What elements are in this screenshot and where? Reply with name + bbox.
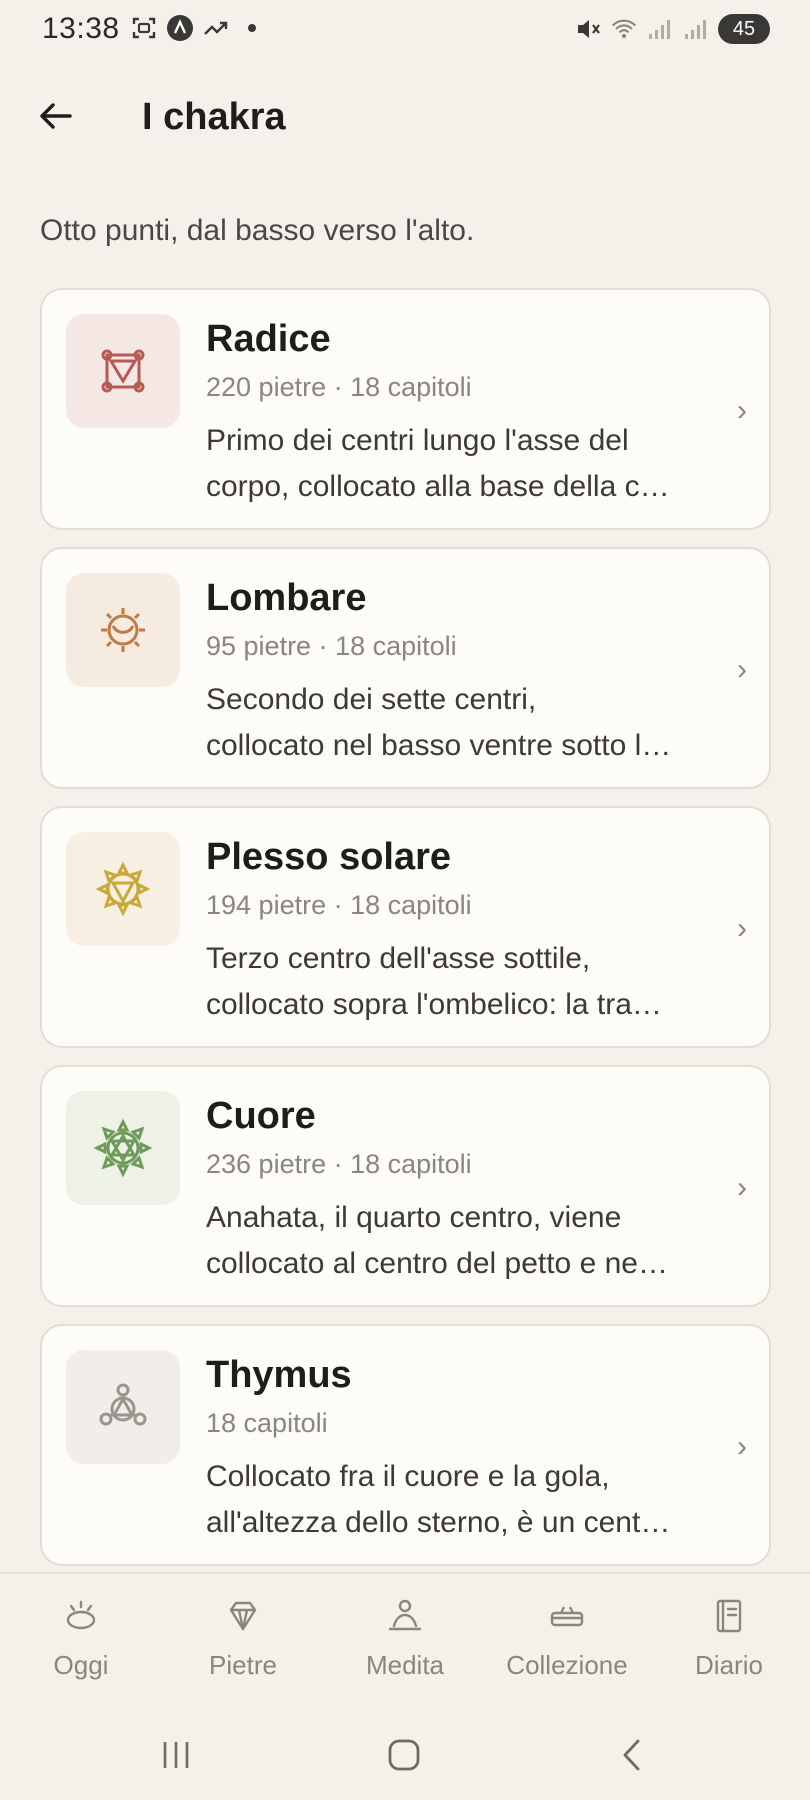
chakra-icon-box (66, 1091, 180, 1205)
description-line: all'altezza dello sterno, è un cent… (206, 1506, 671, 1539)
chakra-list: Radice 220 pietre · 18 capitoli Primo de… (40, 288, 771, 1583)
chakra-title: Plesso solare (206, 836, 452, 878)
sun-rise-icon (66, 1600, 96, 1630)
chevron-right-icon: › (737, 912, 747, 945)
chakra-card-thymus[interactable]: Thymus 18 capitoli Collocato fra il cuor… (40, 1324, 771, 1566)
description-line: collocato sopra l'ombelico: la tra… (206, 988, 662, 1021)
chevron-right-icon: › (737, 1171, 747, 1204)
home-icon (388, 1739, 420, 1771)
thymus-chakra-icon (99, 1383, 147, 1426)
description-line: Collocato fra il cuore e la gola, (206, 1460, 610, 1493)
chakra-meta: 194 pietre · 18 capitoli (206, 890, 472, 920)
nav-item-medita[interactable]: Medita (324, 1596, 486, 1696)
description-line: collocato al centro del petto e ne… (206, 1247, 668, 1280)
chakra-card-plesso-solare[interactable]: Plesso solare 194 pietre · 18 capitoli T… (40, 806, 771, 1048)
back-icon (623, 1739, 640, 1771)
meditation-icon (388, 1599, 422, 1631)
back-button[interactable] (30, 90, 82, 142)
status-right-icons: 45 (574, 14, 770, 44)
description-line: Anahata, il quarto centro, viene (206, 1201, 622, 1234)
mute-icon (574, 15, 602, 43)
trending-icon (202, 14, 230, 42)
chakra-card-radice[interactable]: Radice 220 pietre · 18 capitoli Primo de… (40, 288, 771, 530)
solar-plexus-chakra-icon (95, 861, 151, 917)
chakra-description: Terzo centro dell'asse sottile, collocat… (206, 936, 706, 1028)
chakra-meta: 220 pietre · 18 capitoli (206, 372, 472, 402)
chakra-icon-box (66, 573, 180, 687)
gem-icon (229, 1601, 257, 1631)
root-chakra-icon (101, 349, 145, 393)
chakra-icon-box (66, 1350, 180, 1464)
status-left-icons (130, 14, 266, 42)
status-bar: 13:38 45 (0, 0, 810, 60)
chakra-meta: 18 capitoli (206, 1408, 328, 1438)
chakra-description: Collocato fra il cuore e la gola, all'al… (206, 1454, 706, 1546)
chevron-right-icon: › (737, 653, 747, 686)
chevron-right-icon: › (737, 394, 747, 427)
signal-icon (646, 15, 674, 43)
chakra-title: Thymus (206, 1354, 352, 1396)
chakra-description: Secondo dei sette centri, collocato nel … (206, 677, 706, 769)
chakra-description: Primo dei centri lungo l'asse del corpo,… (206, 418, 706, 510)
description-line: corpo, collocato alla base della c… (206, 470, 670, 503)
wifi-icon (610, 15, 638, 43)
bottom-navigation: Oggi Pietre Medita Collezione Diario (0, 1572, 810, 1710)
nav-label: Pietre (209, 1650, 277, 1680)
nav-item-diario[interactable]: Diario (648, 1596, 810, 1696)
chakra-title: Lombare (206, 577, 367, 619)
dot-icon (238, 14, 266, 42)
chakra-title: Radice (206, 318, 331, 360)
page-title: I chakra (142, 96, 286, 138)
chakra-meta: 236 pietre · 18 capitoli (206, 1149, 472, 1179)
nav-label: Medita (365, 1650, 445, 1680)
nav-item-collezione[interactable]: Collezione (486, 1596, 648, 1696)
nav-label: Oggi (53, 1650, 109, 1680)
sacral-chakra-icon (101, 608, 145, 652)
description-line: Primo dei centri lungo l'asse del (206, 424, 629, 457)
chakra-icon-box (66, 314, 180, 428)
arrow-left-icon (40, 103, 72, 129)
nav-item-pietre[interactable]: Pietre (162, 1596, 324, 1696)
status-time: 13:38 (42, 12, 120, 45)
collection-icon (550, 1606, 584, 1627)
chakra-meta: 95 pietre · 18 capitoli (206, 631, 457, 661)
signal-icon (682, 15, 710, 43)
top-app-bar: I chakra (0, 78, 810, 158)
page-subtitle: Otto punti, dal basso verso l'alto. (40, 214, 475, 247)
chevron-right-icon: › (737, 1430, 747, 1463)
nav-item-oggi[interactable]: Oggi (0, 1596, 162, 1696)
system-back-button[interactable] (602, 1730, 662, 1780)
chakra-card-cuore[interactable]: Cuore 236 pietre · 18 capitoli Anahata, … (40, 1065, 771, 1307)
journal-icon (716, 1599, 742, 1633)
description-line: collocato nel basso ventre sotto l… (206, 729, 672, 762)
nav-label: Diario (695, 1650, 763, 1680)
chakra-icon-box (66, 832, 180, 946)
app-icon (166, 14, 194, 42)
battery-indicator: 45 (718, 14, 770, 44)
nav-label: Collezione (506, 1650, 628, 1680)
recent-apps-icon (163, 1742, 189, 1768)
chakra-description: Anahata, il quarto centro, viene colloca… (206, 1195, 706, 1287)
chakra-card-lombare[interactable]: Lombare 95 pietre · 18 capitoli Secondo … (40, 547, 771, 789)
system-navigation-bar (0, 1708, 810, 1800)
heart-chakra-icon (93, 1118, 153, 1178)
description-line: Secondo dei sette centri, (206, 683, 537, 716)
description-line: Terzo centro dell'asse sottile, (206, 942, 591, 975)
recent-apps-button[interactable] (146, 1730, 206, 1780)
screenshot-icon (130, 14, 158, 42)
chakra-title: Cuore (206, 1095, 316, 1137)
home-button[interactable] (374, 1730, 434, 1780)
